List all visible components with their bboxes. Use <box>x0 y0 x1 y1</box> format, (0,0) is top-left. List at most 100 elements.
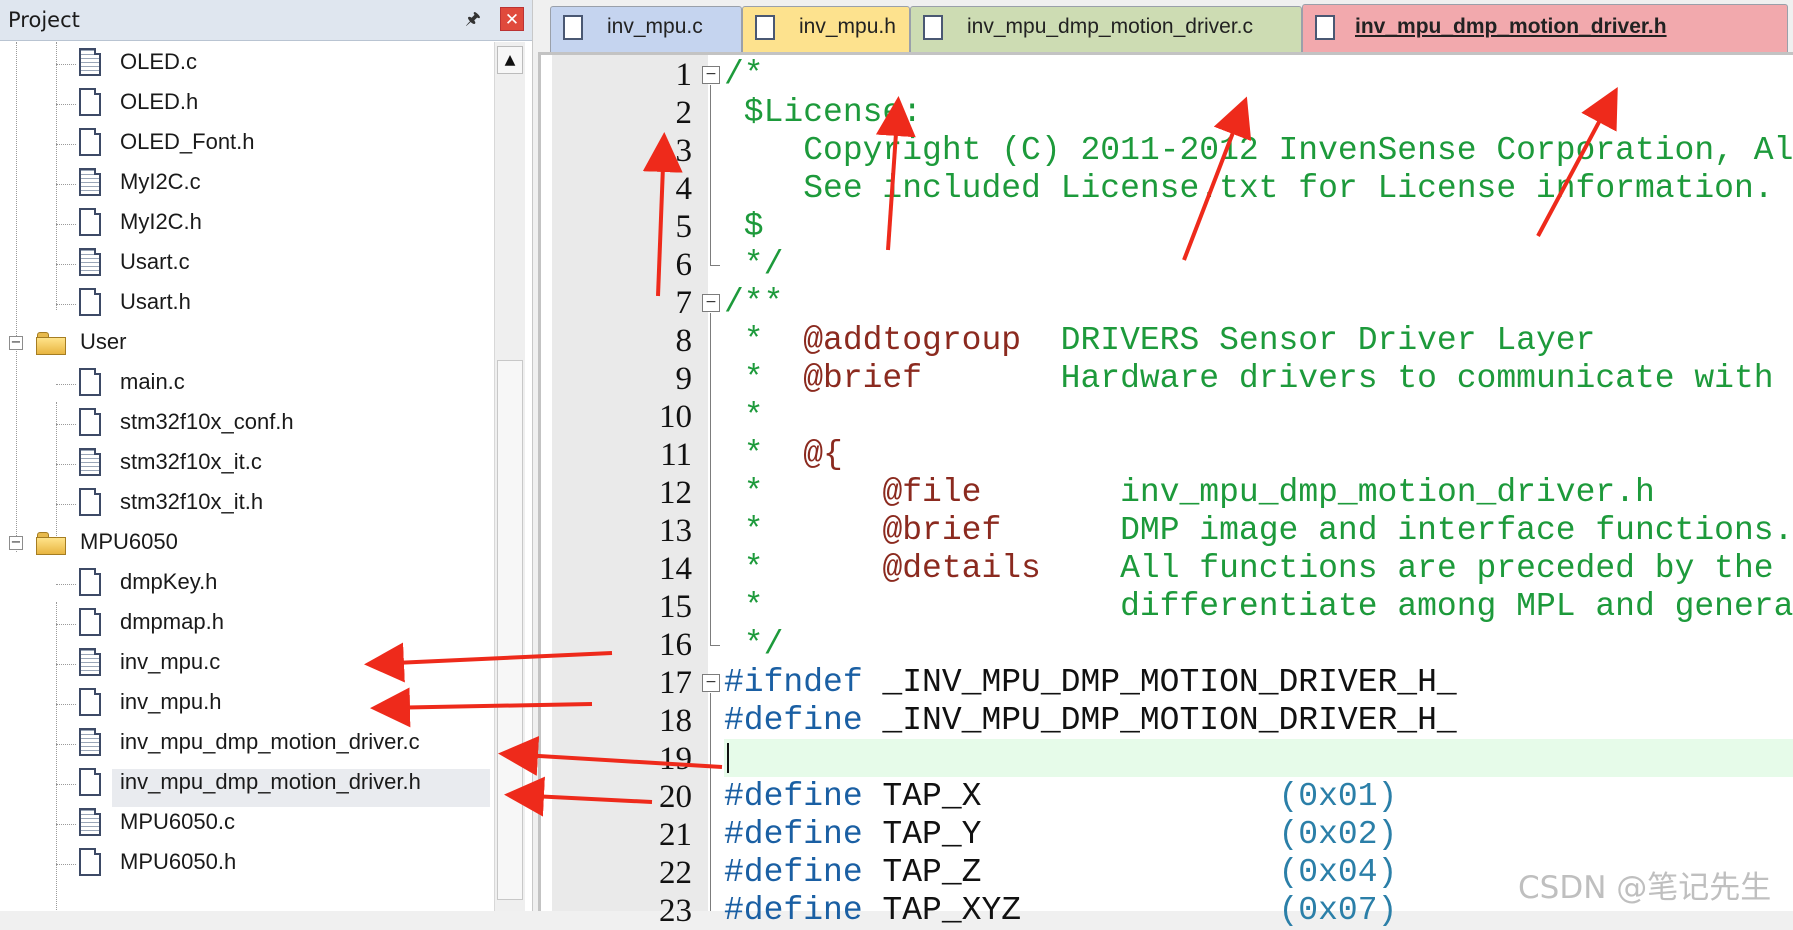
h-file-icon <box>79 208 101 236</box>
code-line-3: Copyright (C) 2011-2012 InvenSense Corpo… <box>724 132 1793 169</box>
folder-icon <box>36 332 66 355</box>
code-line-18: #define _INV_MPU_DMP_MOTION_DRIVER_H_ <box>724 702 1457 739</box>
code-line-17: #ifndef _INV_MPU_DMP_MOTION_DRIVER_H_ <box>724 664 1457 701</box>
line-number: 23 <box>659 893 692 929</box>
tree-guide-line <box>16 42 17 552</box>
code-line-22: #define TAP_Z (0x04) <box>724 854 1398 891</box>
h-file-icon <box>79 88 101 116</box>
line-number: 21 <box>659 817 692 853</box>
line-number: 2 <box>675 95 693 131</box>
code-line-11: * @{ <box>724 436 843 473</box>
code-line-13: * @brief DMP image and interface functio… <box>724 512 1793 549</box>
pin-icon[interactable]: 🖈 <box>462 8 484 30</box>
project-panel: Project 🖈 ✕ OLED.c OLED.h OLED_Font.h My… <box>0 0 533 911</box>
tree-item-label: OLED_Font.h <box>120 129 255 154</box>
c-file-icon <box>79 48 101 76</box>
tree-item-label: OLED.c <box>120 49 198 74</box>
line-number: 15 <box>659 589 692 625</box>
c-file-icon <box>79 368 101 396</box>
tree-item-label: MyI2C.h <box>120 209 202 234</box>
tree-item-label: main.c <box>120 369 185 394</box>
project-title: Project <box>8 8 80 32</box>
h-file-icon <box>79 128 101 156</box>
h-file-icon <box>79 608 101 636</box>
code-line-7: /** <box>724 284 784 321</box>
line-number: 3 <box>675 133 693 169</box>
line-number: 12 <box>659 475 692 511</box>
fold-collapse-icon[interactable]: − <box>702 674 720 692</box>
c-file-icon <box>79 168 101 196</box>
scrollbar-thumb[interactable] <box>497 360 523 900</box>
c-file-icon <box>79 728 101 756</box>
tree-item-label: inv_mpu_dmp_motion_driver.c <box>120 729 420 754</box>
tree-item-label: Usart.c <box>120 249 190 274</box>
h-file-icon <box>79 768 101 796</box>
tree-guide-line <box>56 42 57 310</box>
editor-tab-bar: inv_mpu.c inv_mpu.h inv_mpu_dmp_motion_d… <box>538 0 1793 54</box>
tree-item-label: stm32f10x_it.c <box>120 449 262 474</box>
folder-icon <box>36 532 66 555</box>
h-file-icon <box>79 848 101 876</box>
line-number: 10 <box>659 399 692 435</box>
scroll-up-icon[interactable]: ▲ <box>497 46 523 74</box>
tree-item-label: Usart.h <box>120 289 191 314</box>
line-number: 22 <box>659 855 692 891</box>
project-tree: OLED.c OLED.h OLED_Font.h MyI2C.c MyI2C.… <box>0 42 494 911</box>
h-file-icon <box>79 288 101 316</box>
tree-item-label: inv_mpu_dmp_motion_driver.h <box>120 769 421 794</box>
line-number: 1 <box>675 57 693 93</box>
fold-collapse-icon[interactable]: − <box>702 294 720 312</box>
code-line-23: #define TAP_XYZ (0x07) <box>724 892 1398 929</box>
tab-label: inv_mpu.c <box>607 15 703 38</box>
h-file-icon <box>79 408 101 436</box>
file-icon <box>563 15 583 40</box>
current-line-highlight <box>724 739 1793 777</box>
code-line-15: * differentiate among MPL and genera <box>724 588 1793 625</box>
tree-folder-label: User <box>80 329 127 354</box>
code-line-12: * @file inv_mpu_dmp_motion_driver.h <box>724 474 1655 511</box>
tab-inv-mpu-h[interactable]: inv_mpu.h <box>742 6 910 52</box>
line-number: 17 <box>659 665 692 701</box>
line-number: 18 <box>659 703 692 739</box>
code-line-1: /* <box>724 56 764 93</box>
h-file-icon <box>79 488 101 516</box>
line-number: 6 <box>675 247 693 283</box>
line-number: 7 <box>675 285 693 321</box>
line-number: 8 <box>675 323 693 359</box>
code-line-6: */ <box>724 246 784 283</box>
tab-label: inv_mpu.h <box>799 15 896 38</box>
collapse-toggle-icon[interactable]: − <box>9 536 23 550</box>
c-file-icon <box>79 248 101 276</box>
line-number: 11 <box>660 437 692 473</box>
file-icon <box>1315 15 1335 40</box>
close-icon[interactable]: ✕ <box>500 7 524 31</box>
line-number: 4 <box>675 171 693 207</box>
project-panel-header: Project 🖈 ✕ <box>0 0 532 41</box>
tree-item-label: MPU6050.c <box>120 809 235 834</box>
c-file-icon <box>79 808 101 836</box>
code-line-14: * @details All functions are preceded by… <box>724 550 1774 587</box>
line-number: 5 <box>675 209 693 245</box>
fold-collapse-icon[interactable]: − <box>702 66 720 84</box>
collapse-toggle-icon[interactable]: − <box>9 336 23 350</box>
tree-item-label: stm32f10x_it.h <box>120 489 264 514</box>
tab-label: inv_mpu_dmp_motion_driver.c <box>967 15 1253 38</box>
text-caret <box>727 743 729 773</box>
line-number: 13 <box>659 513 692 549</box>
line-number: 14 <box>659 551 692 587</box>
tree-item-label: MPU6050.h <box>120 849 237 874</box>
file-icon <box>923 15 943 40</box>
project-tree-scrollbar[interactable]: ▲ <box>494 42 525 911</box>
tab-inv-mpu-dmp-motion-driver-h[interactable]: inv_mpu_dmp_motion_driver.h <box>1302 4 1788 54</box>
file-icon <box>755 15 775 40</box>
code-line-21: #define TAP_Y (0x02) <box>724 816 1398 853</box>
line-number: 16 <box>659 627 692 663</box>
line-number: 19 <box>659 741 692 777</box>
c-file-icon <box>79 448 101 476</box>
line-number: 20 <box>659 779 692 815</box>
tree-folder-label: MPU6050 <box>80 529 178 554</box>
tab-inv-mpu-dmp-motion-driver-c[interactable]: inv_mpu_dmp_motion_driver.c <box>910 6 1302 52</box>
code-line-9: * @brief Hardware drivers to communicate… <box>724 360 1774 397</box>
tab-inv-mpu-c[interactable]: inv_mpu.c <box>550 6 742 52</box>
code-line-10: * <box>724 398 764 435</box>
